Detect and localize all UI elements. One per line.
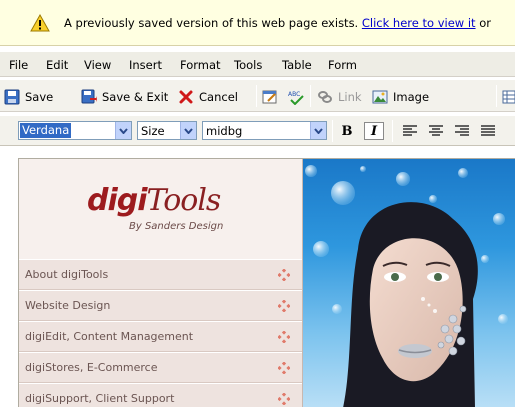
svg-text:ABC: ABC	[288, 91, 300, 98]
nav-item-digiedit[interactable]: digiEdit, Content Management	[19, 321, 302, 352]
save-exit-label: Save & Exit	[102, 90, 169, 104]
menu-file[interactable]: File	[9, 58, 28, 72]
site-nav: About digiTools Website Design digiEdit,…	[19, 259, 302, 407]
font-family-select[interactable]: Verdana	[18, 121, 132, 140]
site-sidebar: digiTools By Sanders Design About digiTo…	[19, 159, 303, 407]
table-button[interactable]	[502, 88, 515, 106]
nav-item-label: About digiTools	[25, 268, 109, 281]
diamond-bullet-icon	[278, 362, 290, 374]
style-class-value: midbg	[206, 124, 243, 138]
align-center-icon	[429, 125, 443, 136]
nav-item-label: digiStores, E-Commerce	[25, 361, 158, 374]
menu-bar: File Edit View Insert Format Tools Table…	[0, 52, 515, 77]
nav-item-label: Website Design	[25, 299, 111, 312]
diamond-bullet-icon	[278, 331, 290, 343]
hero-image	[303, 159, 515, 407]
logo-byline: By Sanders Design	[129, 221, 224, 232]
image-button[interactable]: Image	[372, 88, 429, 106]
menu-format[interactable]: Format	[180, 58, 221, 72]
information-bar[interactable]: A previously saved version of this web p…	[0, 0, 515, 46]
chevron-down-icon[interactable]	[115, 122, 131, 139]
font-size-value: Size	[141, 124, 165, 138]
menu-insert[interactable]: Insert	[129, 58, 162, 72]
save-button[interactable]: Save	[4, 88, 53, 106]
cancel-button[interactable]: Cancel	[178, 88, 238, 106]
insert-image-icon	[372, 90, 388, 104]
style-class-select[interactable]: midbg	[202, 121, 327, 140]
align-right-icon	[455, 125, 469, 136]
cancel-x-icon	[179, 90, 193, 104]
menu-view[interactable]: View	[84, 58, 111, 72]
toolbar-separator	[332, 120, 333, 142]
logo-tools: Tools	[146, 183, 222, 218]
page-properties-icon	[262, 90, 277, 104]
save-label: Save	[25, 90, 54, 104]
bold-button[interactable]: B	[337, 122, 357, 140]
cancel-label: Cancel	[199, 90, 238, 104]
properties-button[interactable]	[262, 88, 283, 106]
main-toolbar: Save Save & Exit Cancel ABC Link Image	[0, 80, 515, 112]
diamond-bullet-icon	[278, 393, 290, 405]
menu-tools[interactable]: Tools	[234, 58, 262, 72]
view-saved-version-link[interactable]: Click here to view it	[362, 16, 476, 30]
menu-table[interactable]: Table	[282, 58, 312, 72]
spell-check-button[interactable]: ABC	[287, 88, 310, 106]
infobar-message: A previously saved version of this web p…	[64, 16, 359, 30]
chevron-down-icon[interactable]	[180, 122, 196, 139]
menu-edit[interactable]: Edit	[46, 58, 68, 72]
chevron-down-icon[interactable]	[310, 122, 326, 139]
nav-item-about[interactable]: About digiTools	[19, 259, 302, 290]
floppy-disk-icon	[4, 89, 20, 105]
site-logo: digiTools By Sanders Design	[19, 159, 302, 259]
toolbar-separator	[496, 85, 497, 107]
save-exit-button[interactable]: Save & Exit	[81, 88, 168, 106]
logo-wordmark: digiTools	[87, 183, 222, 218]
toolbar-separator	[310, 85, 311, 107]
format-toolbar: Verdana Size midbg B I	[0, 116, 515, 146]
infobar-trailing: or	[479, 16, 491, 30]
nav-item-label: digiEdit, Content Management	[25, 330, 194, 343]
save-exit-icon	[81, 89, 97, 104]
nav-item-label: digiSupport, Client Support	[25, 392, 175, 405]
table-icon	[502, 90, 515, 104]
image-label: Image	[393, 90, 430, 104]
toolbar-separator	[392, 120, 393, 142]
align-left-button[interactable]	[400, 122, 420, 140]
link-chain-icon	[318, 91, 332, 103]
hero-portrait-illustration	[305, 165, 508, 407]
menu-form[interactable]: Form	[328, 58, 357, 72]
link-button[interactable]: Link	[317, 88, 362, 106]
justify-button[interactable]	[478, 122, 498, 140]
link-label: Link	[338, 90, 362, 104]
diamond-bullet-icon	[278, 269, 290, 281]
align-left-icon	[403, 125, 417, 136]
warning-icon	[30, 14, 50, 32]
italic-button[interactable]: I	[364, 122, 384, 140]
nav-item-digistores[interactable]: digiStores, E-Commerce	[19, 352, 302, 383]
logo-digi: digi	[87, 183, 148, 218]
font-family-value: Verdana	[20, 123, 72, 138]
diamond-bullet-icon	[278, 300, 290, 312]
align-center-button[interactable]	[426, 122, 446, 140]
nav-item-digisupport[interactable]: digiSupport, Client Support	[19, 383, 302, 407]
information-bar-text: A previously saved version of this web p…	[64, 16, 491, 30]
font-size-select[interactable]: Size	[137, 121, 197, 140]
spell-check-icon: ABC	[288, 91, 304, 105]
editor-content-area[interactable]: digiTools By Sanders Design About digiTo…	[18, 158, 515, 407]
nav-item-website-design[interactable]: Website Design	[19, 290, 302, 321]
toolbar-separator	[256, 85, 257, 107]
align-right-button[interactable]	[452, 122, 472, 140]
justify-icon	[481, 125, 495, 136]
